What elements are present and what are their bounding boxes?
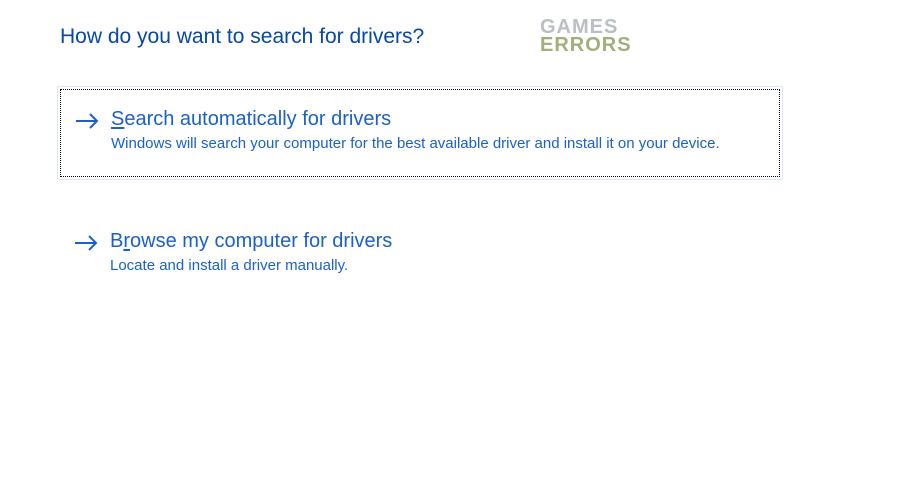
option-browse-computer[interactable]: Browse my computer for drivers Locate an… xyxy=(60,212,780,298)
title-mnemonic: S xyxy=(111,108,124,130)
arrow-right-icon xyxy=(75,112,103,134)
option-description: Windows will search your computer for th… xyxy=(111,134,731,154)
page-title: How do you want to search for drivers? xyxy=(60,25,840,49)
option-body: Search automatically for drivers Windows… xyxy=(111,108,765,154)
title-mnemonic: r xyxy=(123,230,130,252)
title-post: owse my computer for drivers xyxy=(130,230,392,252)
title-post: earch automatically for drivers xyxy=(124,108,391,130)
title-pre: B xyxy=(110,230,123,252)
option-description: Locate and install a driver manually. xyxy=(110,256,730,276)
watermark-logo: GAMES ERRORS xyxy=(540,18,632,54)
option-search-automatically[interactable]: Search automatically for drivers Windows… xyxy=(60,89,780,177)
arrow-right-icon xyxy=(74,234,102,256)
option-title: Search automatically for drivers xyxy=(111,108,391,131)
watermark-line2: ERRORS xyxy=(540,36,632,54)
option-body: Browse my computer for drivers Locate an… xyxy=(110,230,766,276)
option-title: Browse my computer for drivers xyxy=(110,230,392,253)
